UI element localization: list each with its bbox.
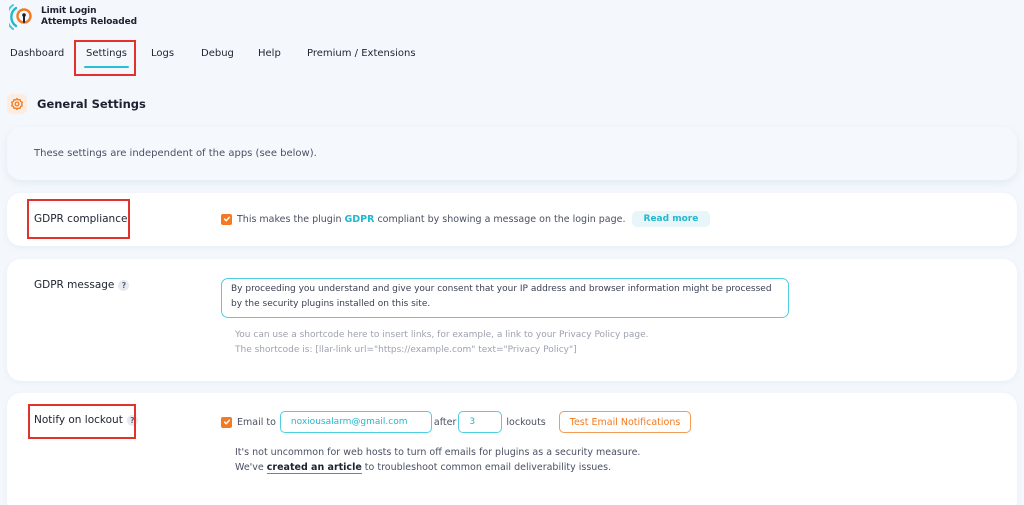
section-title: General Settings (37, 97, 146, 111)
intro-card: These settings are independent of the ap… (7, 127, 1017, 180)
gdpr-compliance-label: GDPR compliance (34, 213, 128, 225)
help-icon[interactable]: ? (118, 279, 130, 291)
lockout-count-input[interactable]: 3 (458, 411, 503, 433)
test-email-notifications-button[interactable]: Test Email Notifications (558, 411, 692, 433)
tab-settings[interactable]: Settings (83, 48, 130, 68)
intro-text: These settings are independent of the ap… (34, 148, 317, 159)
email-note-line2: We've created an article to troubleshoot… (235, 460, 611, 475)
tab-dashboard[interactable]: Dashboard (10, 48, 64, 59)
app-title-line1: Limit Login (41, 6, 97, 16)
tab-premium-extensions[interactable]: Premium / Extensions (307, 48, 416, 59)
gdpr-hint-line1: You can use a shortcode here to insert l… (235, 330, 649, 340)
notify-lockout-label: Notify on lockout ? (34, 414, 138, 426)
tab-debug[interactable]: Debug (201, 48, 234, 59)
gdpr-compliance-row: GDPR compliance This makes the plugin GD… (7, 193, 1017, 246)
read-more-button[interactable]: Read more (631, 211, 711, 227)
tab-logs[interactable]: Logs (151, 48, 174, 59)
created-article-link[interactable]: created an article (266, 462, 362, 474)
gdpr-message-textarea[interactable] (221, 278, 789, 318)
notify-lockout-row: Notify on lockout ? Email to noxiousalar… (7, 393, 1017, 505)
app-logo: Limit Login Attempts Reloaded (9, 3, 137, 31)
gdpr-message-label: GDPR message ? (34, 279, 130, 291)
email-input[interactable]: noxiousalarm@gmail.com (279, 411, 432, 433)
lockouts-label: lockouts (506, 416, 546, 428)
help-icon[interactable]: ? (126, 414, 138, 426)
check-icon (223, 419, 230, 425)
gdpr-compliance-checkbox[interactable] (221, 213, 232, 225)
section-header: General Settings (7, 94, 146, 114)
gdpr-hint-line2: The shortcode is: [llar-link url="https:… (235, 345, 577, 355)
keyhole-signal-logo-icon (9, 4, 32, 30)
tab-help[interactable]: Help (258, 48, 281, 59)
email-note-line1: It's not uncommon for web hosts to turn … (235, 447, 641, 458)
after-label: after (433, 416, 457, 428)
notify-lockout-label-text: Notify on lockout (34, 414, 123, 426)
gdpr-message-row: GDPR message ? You can use a shortcode h… (7, 259, 1017, 381)
gdpr-message-label-text: GDPR message (34, 279, 115, 291)
email-note-prefix: We've (235, 462, 264, 473)
gdpr-link[interactable]: GDPR (344, 214, 374, 225)
app-title-line2: Attempts Reloaded (41, 17, 137, 27)
email-to-label: Email to (237, 416, 276, 428)
gdpr-compliance-text-before: This makes the plugin (237, 213, 342, 225)
gear-icon (7, 94, 27, 114)
gdpr-compliance-text-after: compliant by showing a message on the lo… (377, 213, 626, 225)
email-note-suffix: to troubleshoot common email deliverabil… (364, 462, 612, 473)
notify-email-checkbox[interactable] (221, 416, 232, 428)
check-icon (223, 216, 230, 222)
